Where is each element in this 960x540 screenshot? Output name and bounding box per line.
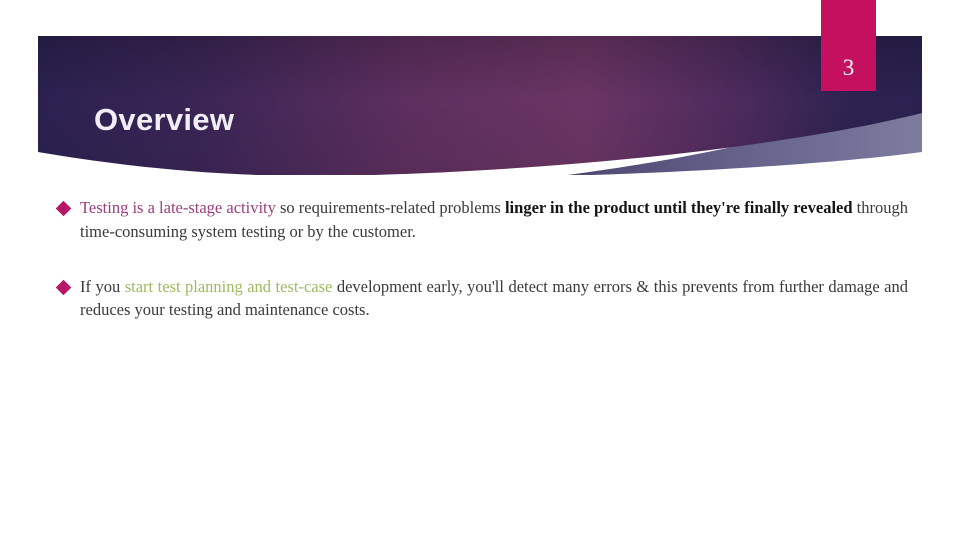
header-banner xyxy=(0,0,960,175)
text-run-bold: linger in the product until they're fina… xyxy=(504,198,857,217)
banner-swoosh-accent xyxy=(567,95,922,175)
diamond-bullet-icon xyxy=(55,279,72,295)
text-run-normal: If you xyxy=(80,276,125,296)
list-item: Testing is a late-stage activity so requ… xyxy=(0,196,960,244)
presentation-slide: 3 Overview Testing is a late-stage activ… xyxy=(0,0,960,540)
list-item-text: Testing is a late-stage activity so requ… xyxy=(80,196,908,244)
page-title: Overview xyxy=(94,101,235,137)
page-number: 3 xyxy=(842,55,855,80)
list-item: If you start test planning and test-case… xyxy=(0,275,960,323)
text-run-purple: Testing is a late-stage activity xyxy=(80,198,280,217)
text-run-normal: so requirements-related problems xyxy=(280,198,505,217)
list-item-text: If you start test planning and test-case… xyxy=(80,275,908,323)
diamond-bullet-icon xyxy=(55,200,72,217)
page-number-tab: 3 xyxy=(821,0,876,91)
text-run-green: start test planning and test-case xyxy=(124,276,337,296)
slide-body: Testing is a late-stage activity so requ… xyxy=(0,196,960,353)
